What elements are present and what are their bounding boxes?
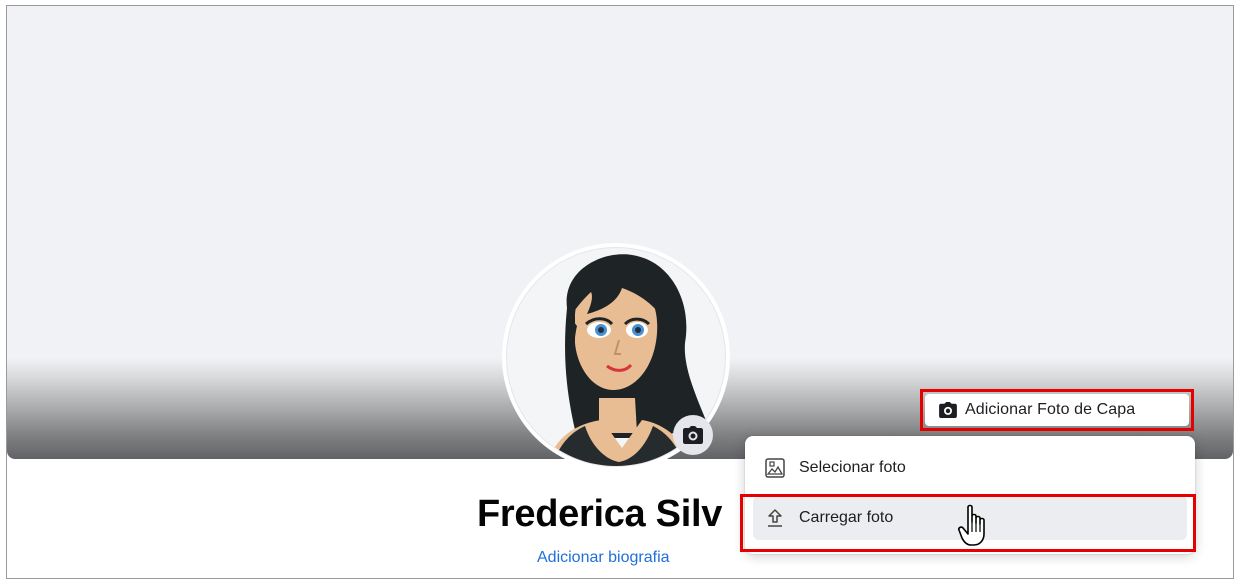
menu-item-label: Selecionar foto bbox=[799, 459, 906, 476]
profile-name: Frederica Silv bbox=[477, 493, 723, 535]
add-cover-photo-highlight: Adicionar Foto de Capa bbox=[920, 389, 1194, 431]
upload-icon bbox=[768, 509, 782, 527]
camera-icon bbox=[939, 402, 957, 418]
add-bio-link[interactable]: Adicionar biografia bbox=[537, 549, 670, 567]
avatar-camera-button[interactable] bbox=[673, 415, 713, 455]
photo-select-icon bbox=[765, 458, 785, 478]
menu-item-upload-photo[interactable]: Carregar foto bbox=[753, 496, 1187, 540]
camera-icon bbox=[683, 426, 703, 444]
add-cover-photo-label: Adicionar Foto de Capa bbox=[965, 401, 1136, 418]
add-cover-photo-button[interactable]: Adicionar Foto de Capa bbox=[925, 394, 1189, 426]
menu-item-select-photo[interactable]: Selecionar foto bbox=[753, 446, 1187, 490]
menu-item-label: Carregar foto bbox=[799, 509, 894, 526]
cover-photo-menu: Selecionar foto Carregar foto bbox=[745, 436, 1195, 554]
